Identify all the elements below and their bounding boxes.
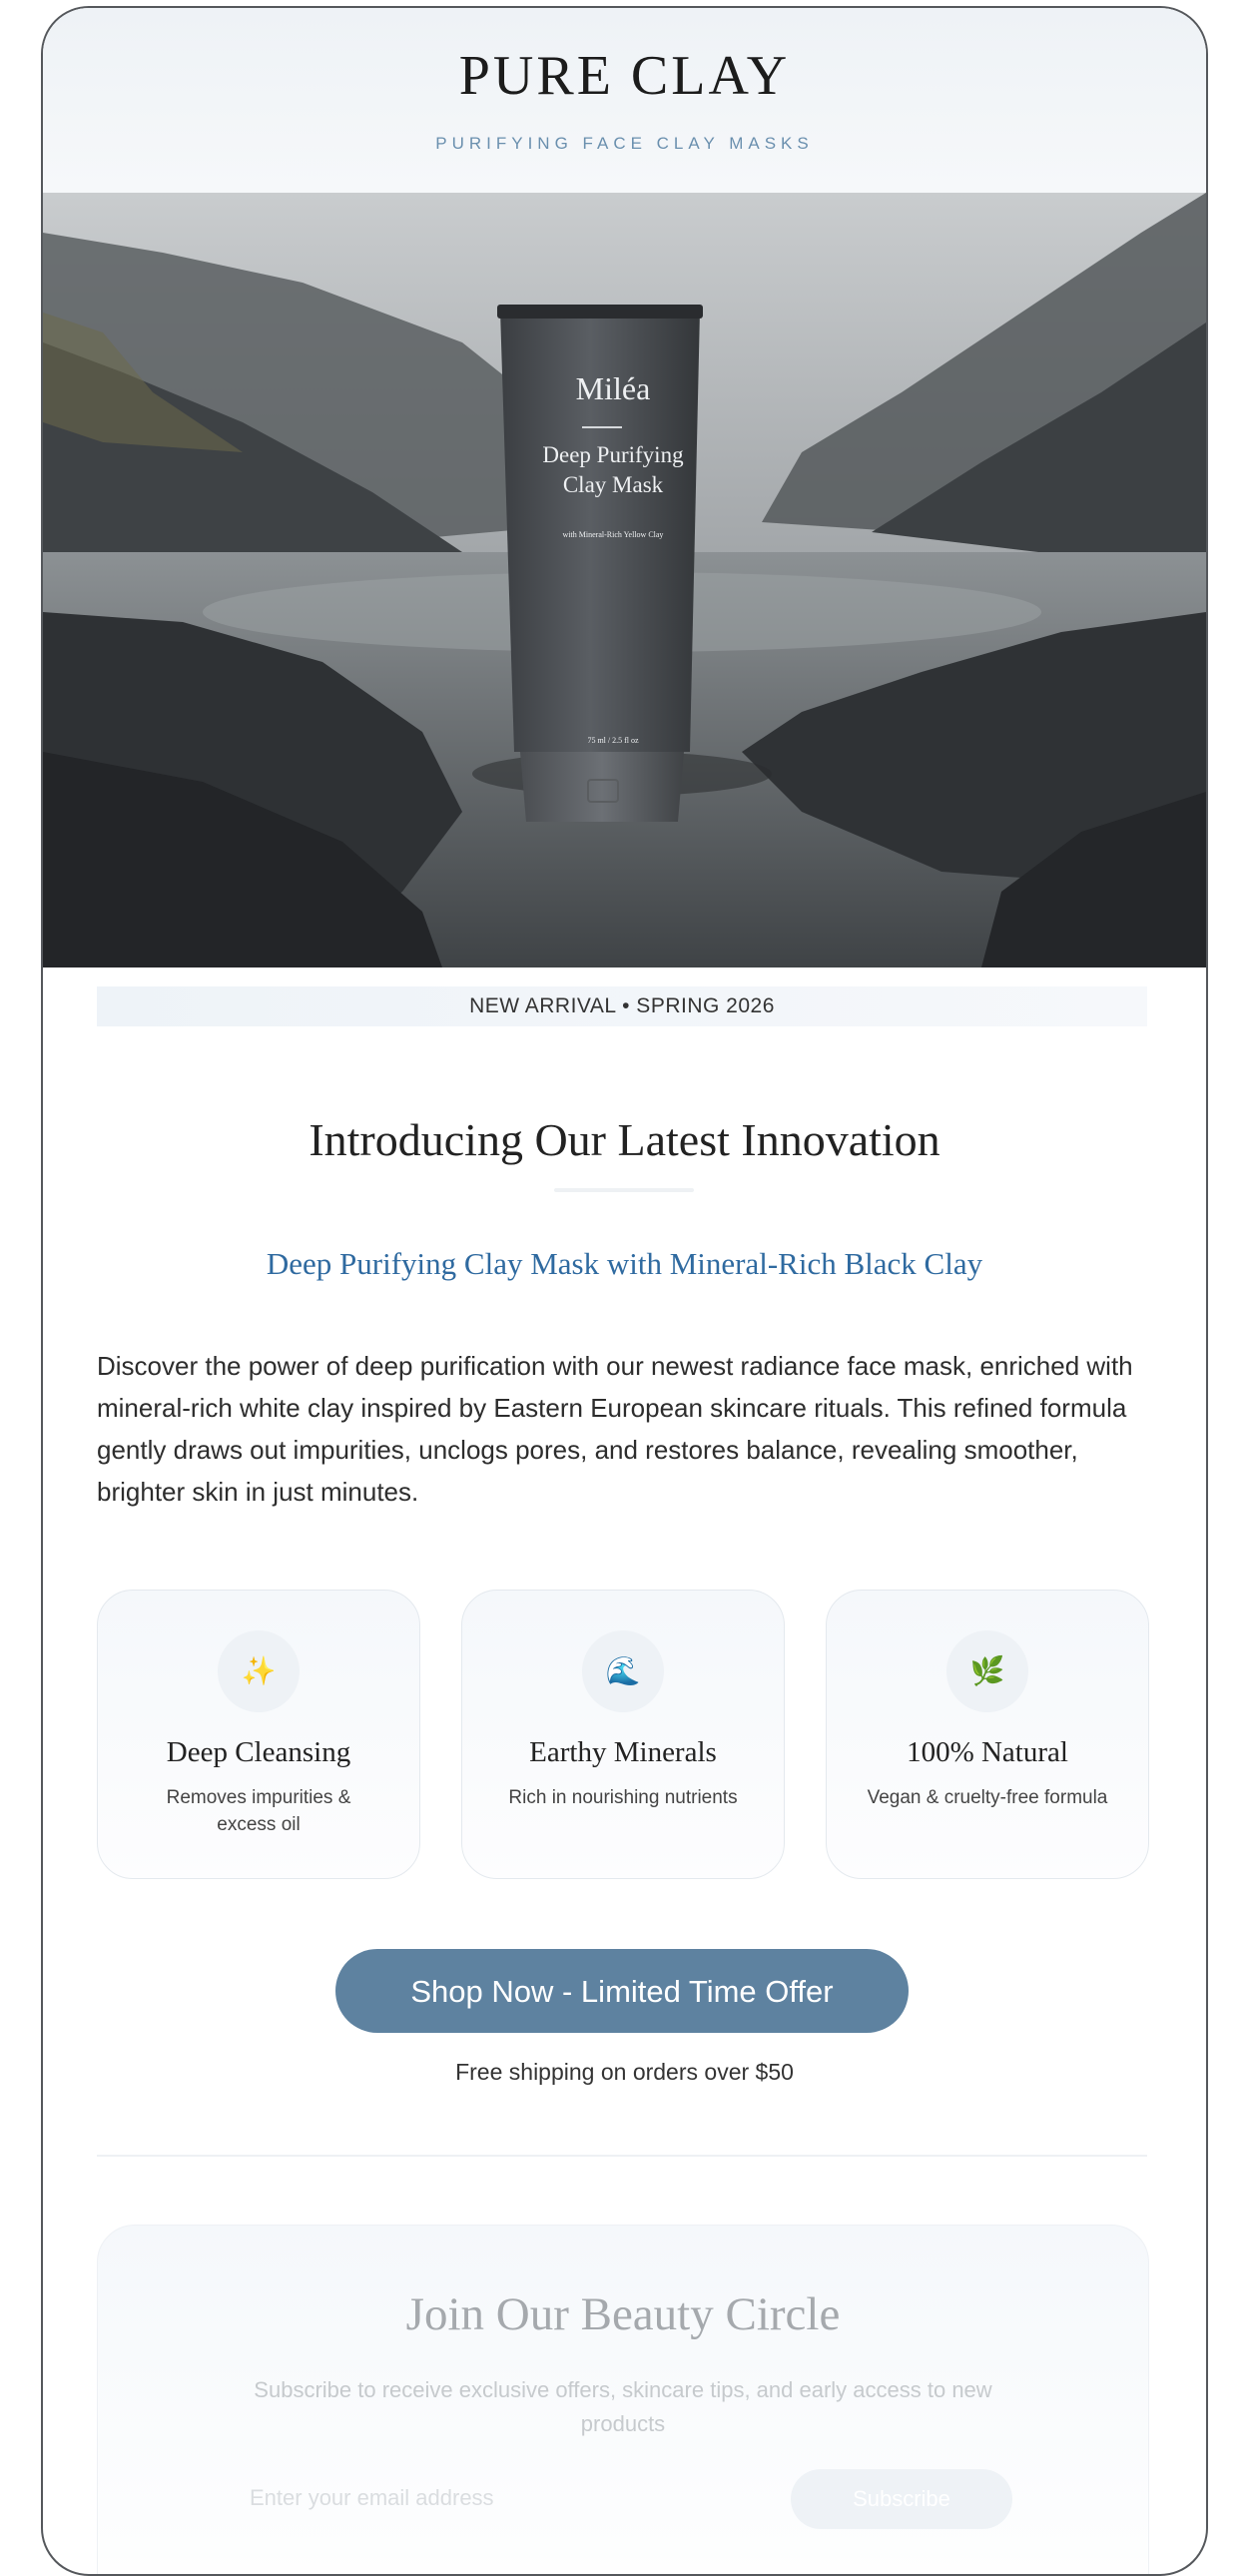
hero-scene — [43, 193, 1206, 967]
hero-image: Miléa Deep Purifying Clay Mask with Mine… — [43, 193, 1206, 967]
product-subtitle: Deep Purifying Clay Mask with Mineral-Ri… — [266, 1246, 983, 1281]
sparkles-icon: ✨ — [218, 1630, 300, 1712]
feature-card-earthy-minerals: 🌊 Earthy Minerals Rich in nourishing nut… — [461, 1590, 785, 1879]
section-divider — [97, 2155, 1147, 2157]
wave-icon: 🌊 — [582, 1630, 664, 1712]
feature-desc: Rich in nourishing nutrients — [508, 1787, 738, 1808]
feature-card-deep-cleansing: ✨ Deep Cleansing Removes impurities & ex… — [97, 1590, 420, 1879]
email-input[interactable] — [248, 2475, 751, 2521]
email-card: PURE CLAY PURIFYING FACE CLAY MASKS Milé… — [41, 6, 1208, 2576]
product-volume: 75 ml / 2.5 fl oz — [587, 736, 639, 745]
product-brand-label: Miléa — [575, 370, 651, 406]
herb-icon: 🌿 — [946, 1630, 1028, 1712]
brand-title: PURE CLAY — [458, 45, 791, 107]
newsletter-desc: Subscribe to receive exclusive offers, s… — [254, 2377, 992, 2436]
feature-card-natural: 🌿 100% Natural Vegan & cruelty-free form… — [826, 1590, 1149, 1879]
email-header: PURE CLAY PURIFYING FACE CLAY MASKS — [43, 8, 1206, 193]
brand-tagline: PURIFYING FACE CLAY MASKS — [435, 134, 814, 153]
new-arrival-badge: NEW ARRIVAL • SPRING 2026 — [97, 986, 1147, 1026]
feature-desc: Removes impurities & excess oil — [166, 1787, 351, 1835]
feature-list: ✨ Deep Cleansing Removes impurities & ex… — [97, 1590, 1149, 1879]
shop-now-button[interactable]: Shop Now - Limited Time Offer — [335, 1949, 909, 2033]
title-divider — [554, 1188, 694, 1192]
feature-desc: Vegan & cruelty-free formula — [867, 1787, 1108, 1808]
product-small-text: with Mineral-Rich Yellow Clay — [562, 530, 664, 539]
newsletter-section: Join Our Beauty Circle Subscribe to rece… — [97, 2225, 1149, 2574]
subscribe-button[interactable]: Subscribe — [791, 2469, 1012, 2529]
feature-title: Deep Cleansing — [166, 1736, 351, 1768]
intro-title: Introducing Our Latest Innovation — [309, 1114, 940, 1165]
intro-body: Discover the power of deep purification … — [97, 1351, 1133, 1507]
feature-title: 100% Natural — [907, 1736, 1068, 1768]
feature-title: Earthy Minerals — [529, 1736, 717, 1768]
shipping-note: Free shipping on orders over $50 — [455, 2059, 794, 2085]
product-name-line1: Deep Purifying — [542, 442, 684, 467]
product-name-line2: Clay Mask — [562, 472, 664, 497]
newsletter-title: Join Our Beauty Circle — [405, 2288, 841, 2340]
